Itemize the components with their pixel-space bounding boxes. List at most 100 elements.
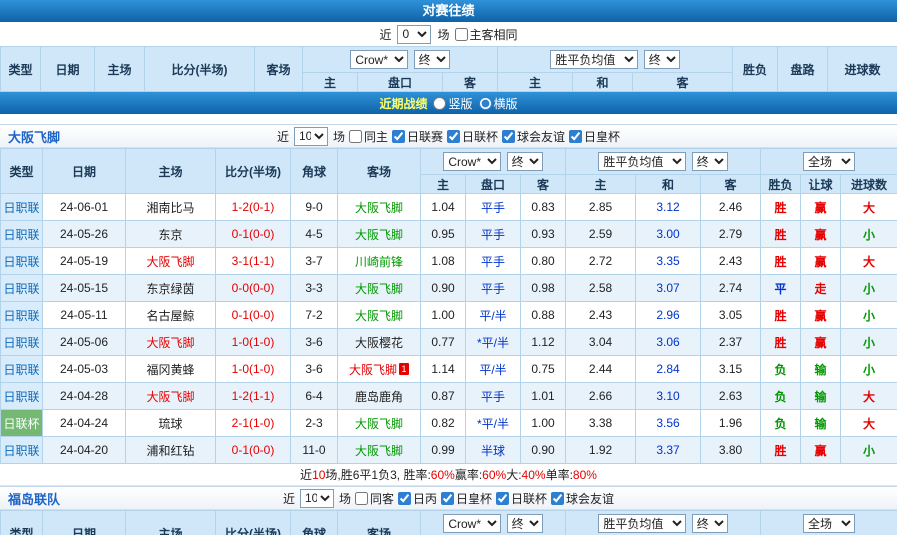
team2-filter-checkbox[interactable]: [496, 492, 509, 505]
vertical-layout-option[interactable]: 竖版: [433, 95, 472, 112]
team1-filter-日皇杯[interactable]: 日皇杯: [569, 128, 620, 145]
away-team-cell[interactable]: 大阪飞脚: [338, 437, 421, 464]
away-team-cell[interactable]: 大阪飞脚: [338, 302, 421, 329]
score-cell[interactable]: 1-2(1-1): [216, 383, 291, 410]
team1-name[interactable]: 大阪飞脚: [8, 127, 60, 146]
team2-filter-checkbox[interactable]: [441, 492, 454, 505]
team2-filter-日皇杯[interactable]: 日皇杯: [441, 490, 492, 507]
team2-filter-同客[interactable]: 同客: [355, 490, 394, 507]
team2-filter-checkbox[interactable]: [355, 492, 368, 505]
team-link[interactable]: 川崎前锋: [355, 255, 403, 269]
team1-count-select[interactable]: 10: [294, 127, 328, 146]
team2-filter-日丙[interactable]: 日丙: [398, 490, 437, 507]
team-link[interactable]: 湘南比马: [146, 201, 194, 215]
team-link[interactable]: 大阪飞脚: [349, 363, 397, 377]
h2h-count-select[interactable]: 0: [397, 25, 431, 44]
horizontal-layout-radio[interactable]: [479, 97, 492, 110]
home-team-cell[interactable]: 东京: [126, 221, 216, 248]
horizontal-layout-option[interactable]: 横版: [479, 95, 518, 112]
team-link[interactable]: 琉球: [158, 417, 182, 431]
team-link[interactable]: 东京绿茵: [146, 282, 194, 296]
team-link[interactable]: 大阪飞脚: [146, 390, 194, 404]
score-cell[interactable]: 0-1(0-0): [216, 221, 291, 248]
away-team-cell[interactable]: 大阪飞脚: [338, 410, 421, 437]
away-team-cell[interactable]: 川崎前锋: [338, 248, 421, 275]
team1-filter-日联杯[interactable]: 日联杯: [447, 128, 498, 145]
team-link[interactable]: 大阪飞脚: [355, 201, 403, 215]
team2-filter-checkbox[interactable]: [398, 492, 411, 505]
h2h-odds-company-select[interactable]: Crow*: [350, 50, 408, 69]
team2-filter-日联杯[interactable]: 日联杯: [496, 490, 547, 507]
score-cell[interactable]: 3-1(1-1): [216, 248, 291, 275]
team2-filter-checkbox[interactable]: [551, 492, 564, 505]
team2-avg-final-select[interactable]: 终: [692, 514, 728, 533]
h2h-avg-final-select[interactable]: 终: [644, 50, 680, 69]
team2-odds-final-select[interactable]: 终: [507, 514, 543, 533]
score-cell[interactable]: 1-2(0-1): [216, 194, 291, 221]
team1-filter-checkbox[interactable]: [447, 130, 460, 143]
home-team-cell[interactable]: 大阪飞脚: [126, 383, 216, 410]
score-cell[interactable]: 0-1(0-0): [216, 437, 291, 464]
away-team-cell[interactable]: 大阪樱花: [338, 329, 421, 356]
team-link[interactable]: 东京: [158, 228, 182, 242]
ah-away-odds-cell: 1.01: [521, 383, 566, 410]
team-link[interactable]: 名古屋鲸: [146, 309, 194, 323]
home-team-cell[interactable]: 琉球: [126, 410, 216, 437]
h2h-odds-final-select[interactable]: 终: [414, 50, 450, 69]
team1-filter-球会友谊[interactable]: 球会友谊: [502, 128, 565, 145]
score-cell[interactable]: 0-1(0-0): [216, 302, 291, 329]
h2h-avg-select[interactable]: 胜平负均值: [550, 50, 638, 69]
team2-avg-select[interactable]: 胜平负均值: [598, 514, 686, 533]
home-team-cell[interactable]: 浦和红钻: [126, 437, 216, 464]
away-team-cell[interactable]: 鹿岛鹿角: [338, 383, 421, 410]
team1-filter-日联赛[interactable]: 日联赛: [392, 128, 443, 145]
team-link[interactable]: 浦和红钻: [146, 444, 194, 458]
home-team-cell[interactable]: 东京绿茵: [126, 275, 216, 302]
away-team-cell[interactable]: 大阪飞脚: [338, 221, 421, 248]
team-link[interactable]: 大阪飞脚: [146, 336, 194, 350]
team1-scope-select[interactable]: 全场: [803, 152, 855, 171]
team1-avg-final-select[interactable]: 终: [692, 152, 728, 171]
score-cell[interactable]: 1-0(1-0): [216, 329, 291, 356]
team2-table: 类型 日期 主场 比分(半场) 角球 客场 Crow* 终 胜平负均值 终 全场…: [0, 510, 897, 535]
home-team-cell[interactable]: 大阪飞脚: [126, 329, 216, 356]
team-link[interactable]: 福冈黄蜂: [146, 363, 194, 377]
team-link[interactable]: 大阪飞脚: [355, 444, 403, 458]
team1-controls: 近 10 场 同主日联赛日联杯球会友谊日皇杯: [0, 127, 897, 146]
away-team-cell[interactable]: 大阪飞脚1: [338, 356, 421, 383]
home-team-cell[interactable]: 名古屋鲸: [126, 302, 216, 329]
team1-filter-同主[interactable]: 同主: [349, 128, 388, 145]
same-venue-checkbox[interactable]: [455, 28, 468, 41]
score-cell[interactable]: 1-0(1-0): [216, 356, 291, 383]
team-link[interactable]: 大阪飞脚: [355, 228, 403, 242]
team-link[interactable]: 大阪飞脚: [355, 309, 403, 323]
home-team-cell[interactable]: 大阪飞脚: [126, 248, 216, 275]
vertical-layout-radio[interactable]: [433, 97, 446, 110]
team1-odds-company-select[interactable]: Crow*: [443, 152, 501, 171]
score-cell[interactable]: 2-1(1-0): [216, 410, 291, 437]
team2-name[interactable]: 福岛联队: [8, 489, 60, 508]
team-link[interactable]: 大阪樱花: [355, 336, 403, 350]
team-link[interactable]: 鹿岛鹿角: [355, 390, 403, 404]
handicap-result-cell: 走: [801, 275, 841, 302]
team1-avg-select[interactable]: 胜平负均值: [598, 152, 686, 171]
team-link[interactable]: 大阪飞脚: [355, 282, 403, 296]
team2-count-select[interactable]: 10: [300, 489, 334, 508]
away-team-cell[interactable]: 大阪飞脚: [338, 194, 421, 221]
team1-filter-checkbox[interactable]: [349, 130, 362, 143]
home-team-cell[interactable]: 福冈黄蜂: [126, 356, 216, 383]
team1-filter-checkbox[interactable]: [569, 130, 582, 143]
score-cell[interactable]: 0-0(0-0): [216, 275, 291, 302]
away-team-cell[interactable]: 大阪飞脚: [338, 275, 421, 302]
team2-filter-球会友谊[interactable]: 球会友谊: [551, 490, 614, 507]
team1-odds-final-select[interactable]: 终: [507, 152, 543, 171]
team2-odds-company-select[interactable]: Crow*: [443, 514, 501, 533]
team1-filter-checkbox[interactable]: [502, 130, 515, 143]
home-team-cell[interactable]: 湘南比马: [126, 194, 216, 221]
table-row: 日职联 24-05-03 福冈黄蜂 1-0(1-0) 3-6 大阪飞脚1 1.1…: [1, 356, 897, 383]
same-venue-option[interactable]: 主客相同: [455, 26, 518, 43]
team-link[interactable]: 大阪飞脚: [146, 255, 194, 269]
team-link[interactable]: 大阪飞脚: [355, 417, 403, 431]
team2-scope-select[interactable]: 全场: [803, 514, 855, 533]
team1-filter-checkbox[interactable]: [392, 130, 405, 143]
